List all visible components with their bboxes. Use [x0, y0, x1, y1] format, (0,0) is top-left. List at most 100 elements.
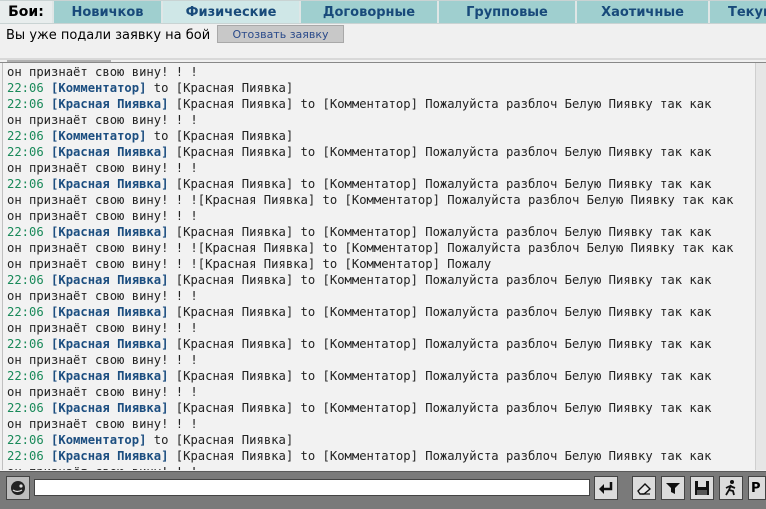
chat-line: 22:06 [Красная Пиявка] [Красная Пиявка] …	[7, 96, 751, 112]
message-text: он признаёт свою вину! ! !	[7, 353, 198, 367]
chat-scrollbar[interactable]	[755, 63, 766, 470]
message-text: он признаёт свою вину! ! !	[7, 113, 198, 127]
message-text: [Красная Пиявка] to [Комментатор] Пожалу…	[168, 97, 712, 111]
message-time: 22:06	[7, 337, 44, 351]
fight-tabs: Бои: Новичков Физические Договорные Груп…	[0, 0, 766, 24]
chat-line: он признаёт свою вину! ! !	[7, 320, 751, 336]
message-time: 22:06	[7, 401, 44, 415]
message-text	[44, 433, 51, 447]
message-text: [Красная Пиявка] to [Комментатор] Пожалу…	[168, 449, 712, 463]
sender-nick[interactable]: [Красная Пиявка]	[51, 177, 168, 191]
message-text	[44, 97, 51, 111]
message-time: 22:06	[7, 433, 44, 447]
smiley-button[interactable]	[6, 476, 30, 500]
message-text: [Красная Пиявка] to [Комментатор] Пожалу…	[168, 337, 712, 351]
bottom-toolbar: P	[0, 471, 766, 509]
sender-nick[interactable]: [Красная Пиявка]	[51, 401, 168, 415]
message-time: 22:06	[7, 145, 44, 159]
message-text	[44, 305, 51, 319]
chat-line: 22:06 [Красная Пиявка] [Красная Пиявка] …	[7, 144, 751, 160]
sender-nick[interactable]: [Красная Пиявка]	[51, 449, 168, 463]
message-text: to [Красная Пиявка]	[146, 433, 294, 447]
message-text	[44, 369, 51, 383]
message-text: [Красная Пиявка] to [Комментатор] Пожалу…	[168, 305, 712, 319]
filter-icon	[666, 483, 680, 494]
send-button[interactable]	[594, 476, 618, 500]
message-input[interactable]	[34, 479, 590, 496]
sender-nick[interactable]: [Красная Пиявка]	[51, 273, 168, 287]
message-text: [Красная Пиявка] to [Комментатор] Пожалу…	[168, 369, 712, 383]
message-text	[44, 145, 51, 159]
chat-line: он признаёт свою вину! ! ![Красная Пиявк…	[7, 240, 751, 256]
message-text	[44, 449, 51, 463]
sender-nick[interactable]: [Красная Пиявка]	[51, 337, 168, 351]
chat-line: 22:06 [Комментатор] to [Красная Пиявка]	[7, 128, 751, 144]
chat-line: 22:06 [Красная Пиявка] [Красная Пиявка] …	[7, 368, 751, 384]
withdraw-application-button[interactable]: Отозвать заявку	[217, 25, 344, 43]
message-time: 22:06	[7, 97, 44, 111]
message-text: он признаёт свою вину! ! !	[7, 209, 198, 223]
sender-nick[interactable]: [Красная Пиявка]	[51, 305, 168, 319]
message-text: он признаёт свою вину! ! ![Красная Пиявк…	[7, 241, 734, 255]
sender-nick[interactable]: [Красная Пиявка]	[51, 145, 168, 159]
divider	[0, 58, 766, 60]
clear-chat-button[interactable]	[632, 476, 656, 500]
message-text: [Красная Пиявка] to [Комментатор] Пожалу…	[168, 401, 712, 415]
walker-icon	[725, 480, 736, 496]
message-text: он признаёт свою вину! ! !	[7, 161, 198, 175]
message-text	[44, 177, 51, 191]
chat-line: он признаёт свою вину! ! !	[7, 384, 751, 400]
chat-line: он признаёт свою вину! ! !	[7, 464, 751, 470]
message-text: он признаёт свою вину! ! !	[7, 465, 198, 470]
message-time: 22:06	[7, 81, 44, 95]
enter-icon	[599, 482, 613, 494]
message-text: он признаёт свою вину! ! !	[7, 417, 198, 431]
message-text: [Красная Пиявка] to [Комментатор] Пожалу…	[168, 145, 712, 159]
chat-line: он признаёт свою вину! ! !	[7, 64, 751, 80]
tab-novices[interactable]: Новичков	[54, 1, 161, 23]
sender-nick[interactable]: [Комментатор]	[51, 81, 146, 95]
sender-nick[interactable]: [Комментатор]	[51, 129, 146, 143]
smiley-icon	[11, 481, 25, 495]
chat-line: 22:06 [Красная Пиявка] [Красная Пиявка] …	[7, 448, 751, 464]
message-text: он признаёт свою вину! ! !	[7, 321, 198, 335]
message-text: он признаёт свою вину! ! ![Красная Пиявк…	[7, 193, 734, 207]
chat-line: он признаёт свою вину! ! ![Красная Пиявк…	[7, 192, 751, 208]
message-text	[44, 401, 51, 415]
sender-nick[interactable]: [Красная Пиявка]	[51, 97, 168, 111]
message-text: to [Красная Пиявка]	[146, 81, 294, 95]
message-time: 22:06	[7, 369, 44, 383]
chat-line: 22:06 [Красная Пиявка] [Красная Пиявка] …	[7, 304, 751, 320]
message-text: [Красная Пиявка] to [Комментатор] Пожалу…	[168, 177, 712, 191]
save-log-button[interactable]	[690, 476, 714, 500]
tab-current[interactable]: Текущ	[710, 1, 766, 23]
message-time: 22:06	[7, 273, 44, 287]
chat-line: он признаёт свою вину! ! ![Красная Пиявк…	[7, 256, 751, 272]
message-text: [Красная Пиявка] to [Комментатор] Пожалу…	[168, 225, 712, 239]
chat-line: он признаёт свою вину! ! !	[7, 208, 751, 224]
message-text: он признаёт свою вину! ! !	[7, 65, 198, 79]
character-button[interactable]	[719, 476, 743, 500]
sender-nick[interactable]: [Комментатор]	[51, 433, 146, 447]
message-text: он признаёт свою вину! ! !	[7, 289, 198, 303]
sender-nick[interactable]: [Красная Пиявка]	[51, 225, 168, 239]
chat-line: 22:06 [Красная Пиявка] [Красная Пиявка] …	[7, 224, 751, 240]
sender-nick[interactable]: [Красная Пиявка]	[51, 369, 168, 383]
chat-line: он признаёт свою вину! ! !	[7, 112, 751, 128]
message-text	[44, 273, 51, 287]
translit-icon: P	[751, 480, 761, 496]
filter-button[interactable]	[661, 476, 685, 500]
message-text	[44, 129, 51, 143]
tab-physical[interactable]: Физические	[163, 1, 299, 23]
tab-chaotic[interactable]: Хаотичные	[577, 1, 708, 23]
chat-lines: он признаёт свою вину! ! ! 22:06 [Коммент…	[7, 64, 751, 470]
chat-line: 22:06 [Комментатор] to [Красная Пиявка]	[7, 80, 751, 96]
application-status-row: Вы уже подали заявку на бой Отозвать зая…	[0, 25, 766, 47]
tab-group[interactable]: Групповые	[439, 1, 575, 23]
message-text: [Красная Пиявка] to [Комментатор] Пожалу…	[168, 273, 712, 287]
message-time: 22:06	[7, 177, 44, 191]
translit-button[interactable]: P	[748, 476, 766, 500]
chat-line: он признаёт свою вину! ! !	[7, 416, 751, 432]
chat-line: он признаёт свою вину! ! !	[7, 352, 751, 368]
tab-contract[interactable]: Договорные	[301, 1, 437, 23]
